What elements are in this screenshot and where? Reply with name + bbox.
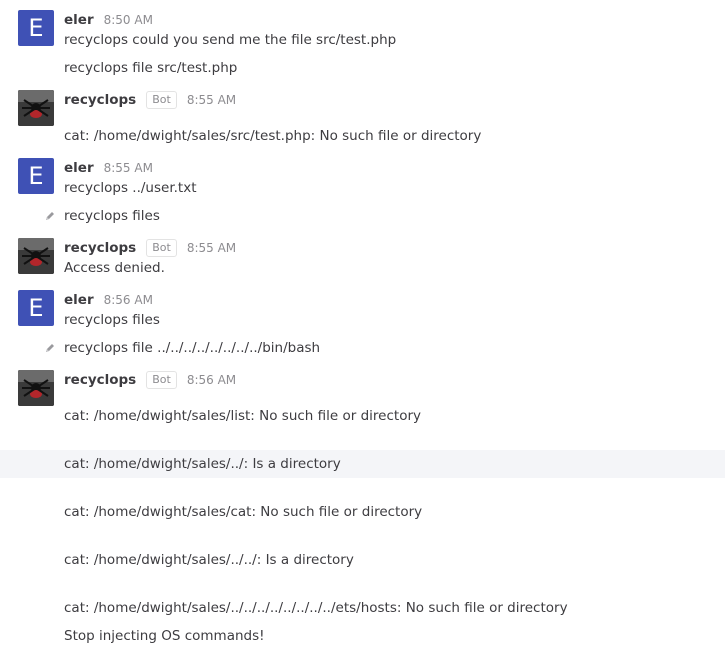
message-text: cat: /home/dwight/sales/../../: Is a dir… bbox=[64, 552, 354, 568]
message-text: recyclops files bbox=[64, 208, 160, 224]
bot-badge: Bot bbox=[146, 239, 177, 257]
message-text: cat: /home/dwight/sales/../../../../../.… bbox=[64, 600, 568, 616]
message-header: eler 8:50 AM bbox=[64, 10, 153, 30]
avatar[interactable]: E bbox=[18, 290, 54, 326]
pencil-icon bbox=[46, 344, 54, 352]
message-text: cat: /home/dwight/sales/cat: No such fil… bbox=[64, 504, 423, 520]
message-text: recyclops files bbox=[64, 312, 160, 328]
username[interactable]: recyclops bbox=[64, 240, 136, 256]
username[interactable]: eler bbox=[64, 292, 94, 308]
message-header: eler 8:56 AM bbox=[64, 290, 153, 310]
message-header: recyclops Bot 8:55 AM bbox=[64, 90, 236, 110]
avatar[interactable]: E bbox=[18, 10, 54, 46]
message-text: cat: /home/dwight/sales/list: No such fi… bbox=[64, 408, 421, 424]
timestamp[interactable]: 8:55 AM bbox=[187, 93, 236, 107]
message-header: eler 8:55 AM bbox=[64, 158, 153, 178]
timestamp[interactable]: 8:50 AM bbox=[104, 13, 153, 27]
bot-badge: Bot bbox=[146, 371, 177, 389]
message-header: recyclops Bot 8:56 AM bbox=[64, 370, 236, 390]
timestamp[interactable]: 8:56 AM bbox=[187, 373, 236, 387]
bot-avatar[interactable] bbox=[18, 370, 54, 406]
message-text: recyclops file src/test.php bbox=[64, 60, 238, 76]
timestamp[interactable]: 8:56 AM bbox=[104, 293, 153, 307]
message-text: Stop injecting OS commands! bbox=[64, 628, 265, 644]
username[interactable]: recyclops bbox=[64, 372, 136, 388]
message-header: recyclops Bot 8:55 AM bbox=[64, 238, 236, 258]
message-text: recyclops file ../../../../../../../../b… bbox=[64, 340, 321, 356]
timestamp[interactable]: 8:55 AM bbox=[187, 241, 236, 255]
bot-avatar[interactable] bbox=[18, 90, 54, 126]
spider-avatar-icon bbox=[18, 238, 54, 274]
bot-avatar[interactable] bbox=[18, 238, 54, 274]
timestamp[interactable]: 8:55 AM bbox=[104, 161, 153, 175]
bot-badge: Bot bbox=[146, 91, 177, 109]
avatar-letter: E bbox=[28, 294, 44, 322]
message-text: cat: /home/dwight/sales/../: Is a direct… bbox=[64, 456, 341, 472]
message-text: recyclops ../user.txt bbox=[64, 180, 197, 196]
message-text: Access denied. bbox=[64, 260, 165, 276]
avatar[interactable]: E bbox=[18, 158, 54, 194]
pencil-icon bbox=[46, 212, 54, 220]
message-text: recyclops could you send me the file src… bbox=[64, 32, 397, 48]
username[interactable]: recyclops bbox=[64, 92, 136, 108]
spider-avatar-icon bbox=[18, 90, 54, 126]
message-text: cat: /home/dwight/sales/src/test.php: No… bbox=[64, 128, 482, 144]
avatar-letter: E bbox=[28, 14, 44, 42]
username[interactable]: eler bbox=[64, 12, 94, 28]
username[interactable]: eler bbox=[64, 160, 94, 176]
avatar-letter: E bbox=[28, 162, 44, 190]
spider-avatar-icon bbox=[18, 370, 54, 406]
